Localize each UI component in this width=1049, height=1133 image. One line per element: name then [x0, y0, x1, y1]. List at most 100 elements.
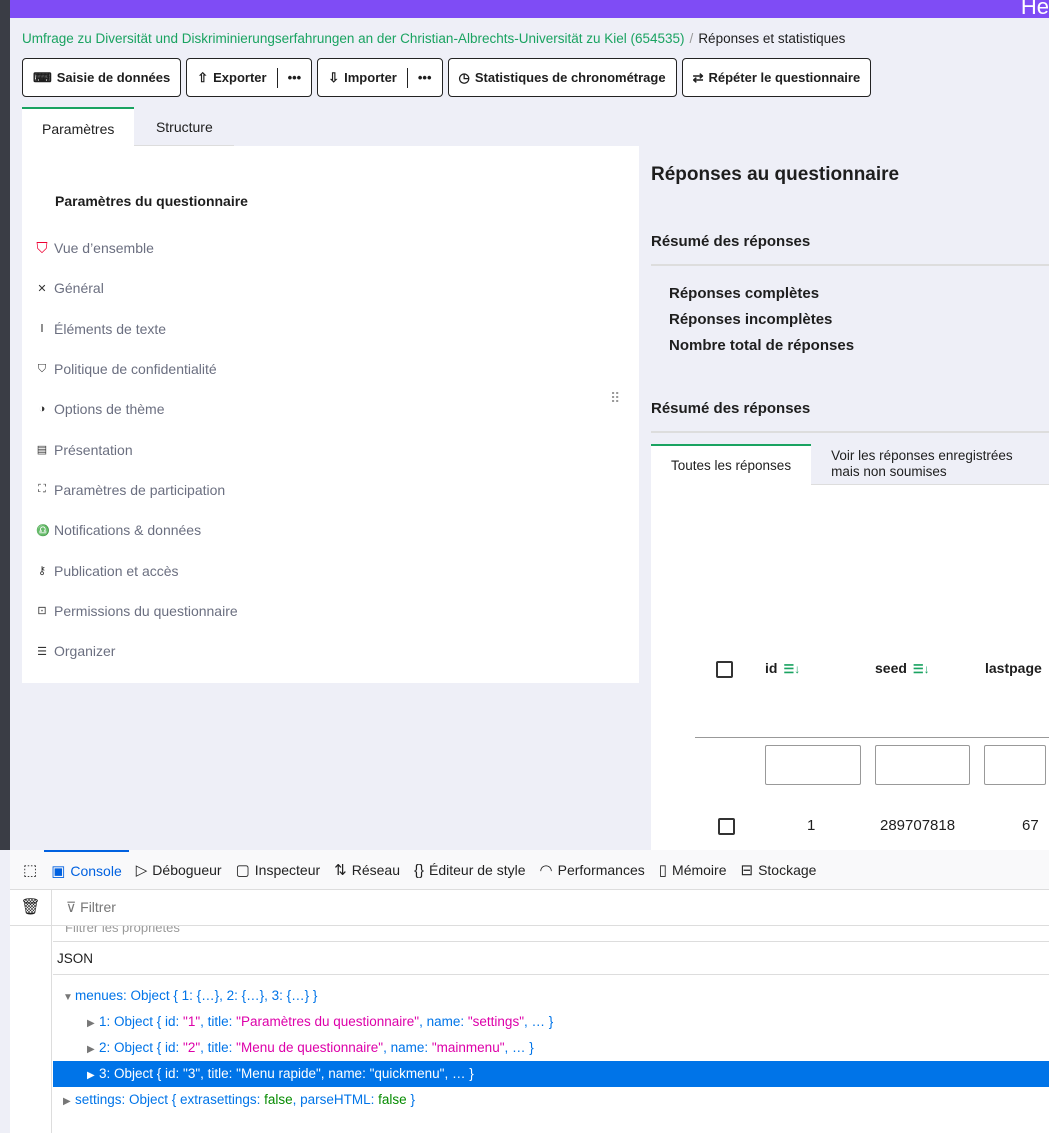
sidebar-item-organizer[interactable]: ☰ Organizer [36, 631, 238, 671]
tree-row-menu-3[interactable]: ▶ 3: Object { id: "3", title: "Menu rapid… [53, 1061, 1049, 1087]
sidebar-item-label: Vue d’ensemble [54, 240, 154, 257]
import-button[interactable]: ⇩ Importer ••• [317, 58, 443, 97]
tab-settings[interactable]: Paramètres [22, 107, 135, 147]
lock-icon: ⊡ [37, 605, 47, 618]
import-label: Importer [344, 70, 397, 85]
data-entry-button[interactable]: ⌨ Saisie de données [22, 58, 182, 97]
timing-stats-button[interactable]: ◷ Statistiques de chronométrage [447, 58, 677, 97]
tab-console[interactable]: ▣ Console [44, 850, 129, 890]
window-edge [0, 0, 10, 850]
sidebar-tabs: Paramètres Structure [22, 107, 235, 147]
console-output: Filtrer les propriétés JSON ▼ menues: Obj… [53, 926, 1049, 1133]
sidebar-item-general[interactable]: ✕ Général [36, 268, 238, 308]
tab-style-editor[interactable]: {} Éditeur de style [407, 850, 533, 890]
text-icon: Ⅰ [40, 323, 44, 336]
summary-heading: Résumé des réponses [651, 233, 811, 250]
tab-structure[interactable]: Structure [134, 107, 235, 147]
settings-title: Paramètres du questionnaire [55, 193, 248, 209]
column-label: lastpage [985, 660, 1042, 676]
text: settings: Object { extrasettings: [75, 1092, 265, 1107]
shield-icon: ⛉ [36, 239, 48, 257]
string: "3" [183, 1066, 201, 1081]
import-more-button[interactable]: ••• [418, 70, 432, 85]
collapsed-triangle-icon[interactable]: ▶ [87, 1037, 99, 1063]
string: "2" [183, 1040, 201, 1055]
tab-debugger[interactable]: ▷ Débogueur [129, 850, 229, 890]
string: "quickmenu" [369, 1066, 445, 1081]
sort-icon[interactable]: ☰↓ [913, 662, 930, 676]
braces-icon: {} [413, 861, 425, 879]
collapsed-triangle-icon[interactable]: ▶ [87, 1063, 99, 1089]
element-picker-button[interactable]: ⬚ [16, 850, 44, 890]
sidebar-item-label: Paramètres de participation [54, 481, 226, 498]
trash-icon[interactable]: 🗑 [10, 889, 52, 926]
text: 1: Object { id: [99, 1014, 184, 1029]
tools-icon: ✕ [37, 282, 47, 295]
settings-menu: ⛉ Vue d’ensemble ✕ Général Ⅰ Éléments de te… [36, 228, 238, 671]
sidebar-item-publication[interactable]: ⚷ Publication et accès [36, 550, 238, 590]
tree-row-menues[interactable]: ▼ menues: Object { 1: {…}, 2: {…}, 3: {…}… [53, 983, 1049, 1009]
column-header-lastpage[interactable]: lastpage [985, 660, 1042, 676]
timing-label: Statistiques de chronométrage [474, 70, 666, 85]
list-icon: ☰ [37, 645, 47, 658]
text: , name: [383, 1040, 432, 1055]
filter-seed-input[interactable] [875, 745, 970, 785]
export-more-button[interactable]: ••• [288, 70, 302, 85]
tab-memory[interactable]: ▯ Mémoire [652, 850, 734, 890]
string: "settings" [467, 1014, 524, 1029]
row-checkbox[interactable] [718, 818, 735, 835]
tab-saved-responses[interactable]: Voir les réponses enregistrées mais non … [811, 444, 1049, 485]
value: Object { 1: {…}, 2: {…}, 3: {…} } [130, 988, 318, 1003]
sidebar-item-theme[interactable]: ◑ Options de thème [36, 389, 238, 429]
collapsed-triangle-icon[interactable]: ▶ [87, 1011, 99, 1037]
breadcrumb: Umfrage zu Diversität und Diskriminierun… [22, 31, 1039, 46]
layout-icon: ▤ [36, 444, 48, 457]
tab-network[interactable]: ⇅ Réseau [327, 850, 407, 890]
sidebar-item-text-elements[interactable]: Ⅰ Éléments de texte [36, 309, 238, 349]
expanded-triangle-icon[interactable]: ▼ [63, 985, 75, 1011]
property-filter[interactable]: Filtrer les propriétés [53, 926, 1049, 942]
sidebar-item-presentation[interactable]: ▤ Présentation [36, 429, 238, 469]
sort-icon[interactable]: ☰↓ [783, 662, 800, 676]
sidebar-item-label: Notifications & données [54, 522, 202, 539]
sidebar-item-permissions[interactable]: ⊡ Permissions du questionnaire [36, 591, 237, 631]
tree-row-menu-2[interactable]: ▶ 2: Object { id: "2", title: "Menu de qu… [53, 1035, 1049, 1061]
tab-label: Mémoire [672, 862, 727, 878]
sidebar-item-participation[interactable]: ⛶ Paramètres de participation [36, 470, 238, 510]
breadcrumb-survey-link[interactable]: Umfrage zu Diversität und Diskriminierun… [22, 31, 685, 46]
tab-storage[interactable]: ⊟ Stockage [734, 850, 824, 890]
tab-performance[interactable]: ◠ Performances [533, 850, 652, 890]
sidebar-item-privacy[interactable]: ⛉ Politique de confidentialité [36, 349, 238, 389]
sidebar-item-label: Organizer [54, 643, 116, 660]
console-filter-input[interactable]: ⊽ Filtrer [66, 899, 116, 916]
button-divider [276, 67, 278, 88]
breadcrumb-current: Réponses et statistiques [698, 31, 846, 46]
boolean: false [264, 1092, 293, 1107]
select-all-checkbox[interactable] [716, 661, 733, 678]
text: , name: [320, 1066, 370, 1081]
button-divider [406, 67, 408, 88]
sidebar-item-notifications[interactable]: ♎ Notifications & données [36, 510, 238, 550]
breadcrumb-separator: / [689, 31, 694, 46]
drag-handle-icon[interactable]: ⠿ [610, 390, 620, 407]
repeat-survey-button[interactable]: ⇄ Répéter le questionnaire [681, 58, 872, 97]
tab-all-responses[interactable]: Toutes les réponses [651, 444, 812, 484]
text: } [406, 1092, 415, 1107]
column-header-seed[interactable]: seed ☰↓ [875, 660, 930, 676]
tab-label: Éditeur de style [429, 862, 526, 878]
export-button[interactable]: ⇧ Exporter ••• [186, 58, 313, 97]
text: , … } [444, 1066, 474, 1081]
tab-inspector[interactable]: ▢ Inspecteur [229, 850, 328, 890]
tree-row-menu-1[interactable]: ▶ 1: Object { id: "1", title: "Paramètres… [53, 1009, 1049, 1035]
sidebar-item-label: Présentation [54, 441, 133, 458]
filter-id-input[interactable] [765, 745, 861, 785]
collapsed-triangle-icon[interactable]: ▶ [63, 1089, 75, 1115]
filter-lastpage-input[interactable] [984, 745, 1046, 785]
text: , … } [504, 1040, 534, 1055]
devtools-panel: ⬚ ▣ Console ▷ Débogueur ▢ Inspecteur ⇅ Résea… [10, 850, 1049, 1133]
settings-panel: Paramètres du questionnaire ⛉ Vue d’ensem… [22, 146, 639, 683]
column-header-id[interactable]: id ☰↓ [765, 660, 800, 676]
tree-row-settings[interactable]: ▶ settings: Object { extrasettings: false… [53, 1087, 1049, 1113]
shield-outline-icon: ⛉ [37, 362, 47, 375]
sidebar-item-overview[interactable]: ⛉ Vue d’ensemble [36, 228, 238, 268]
